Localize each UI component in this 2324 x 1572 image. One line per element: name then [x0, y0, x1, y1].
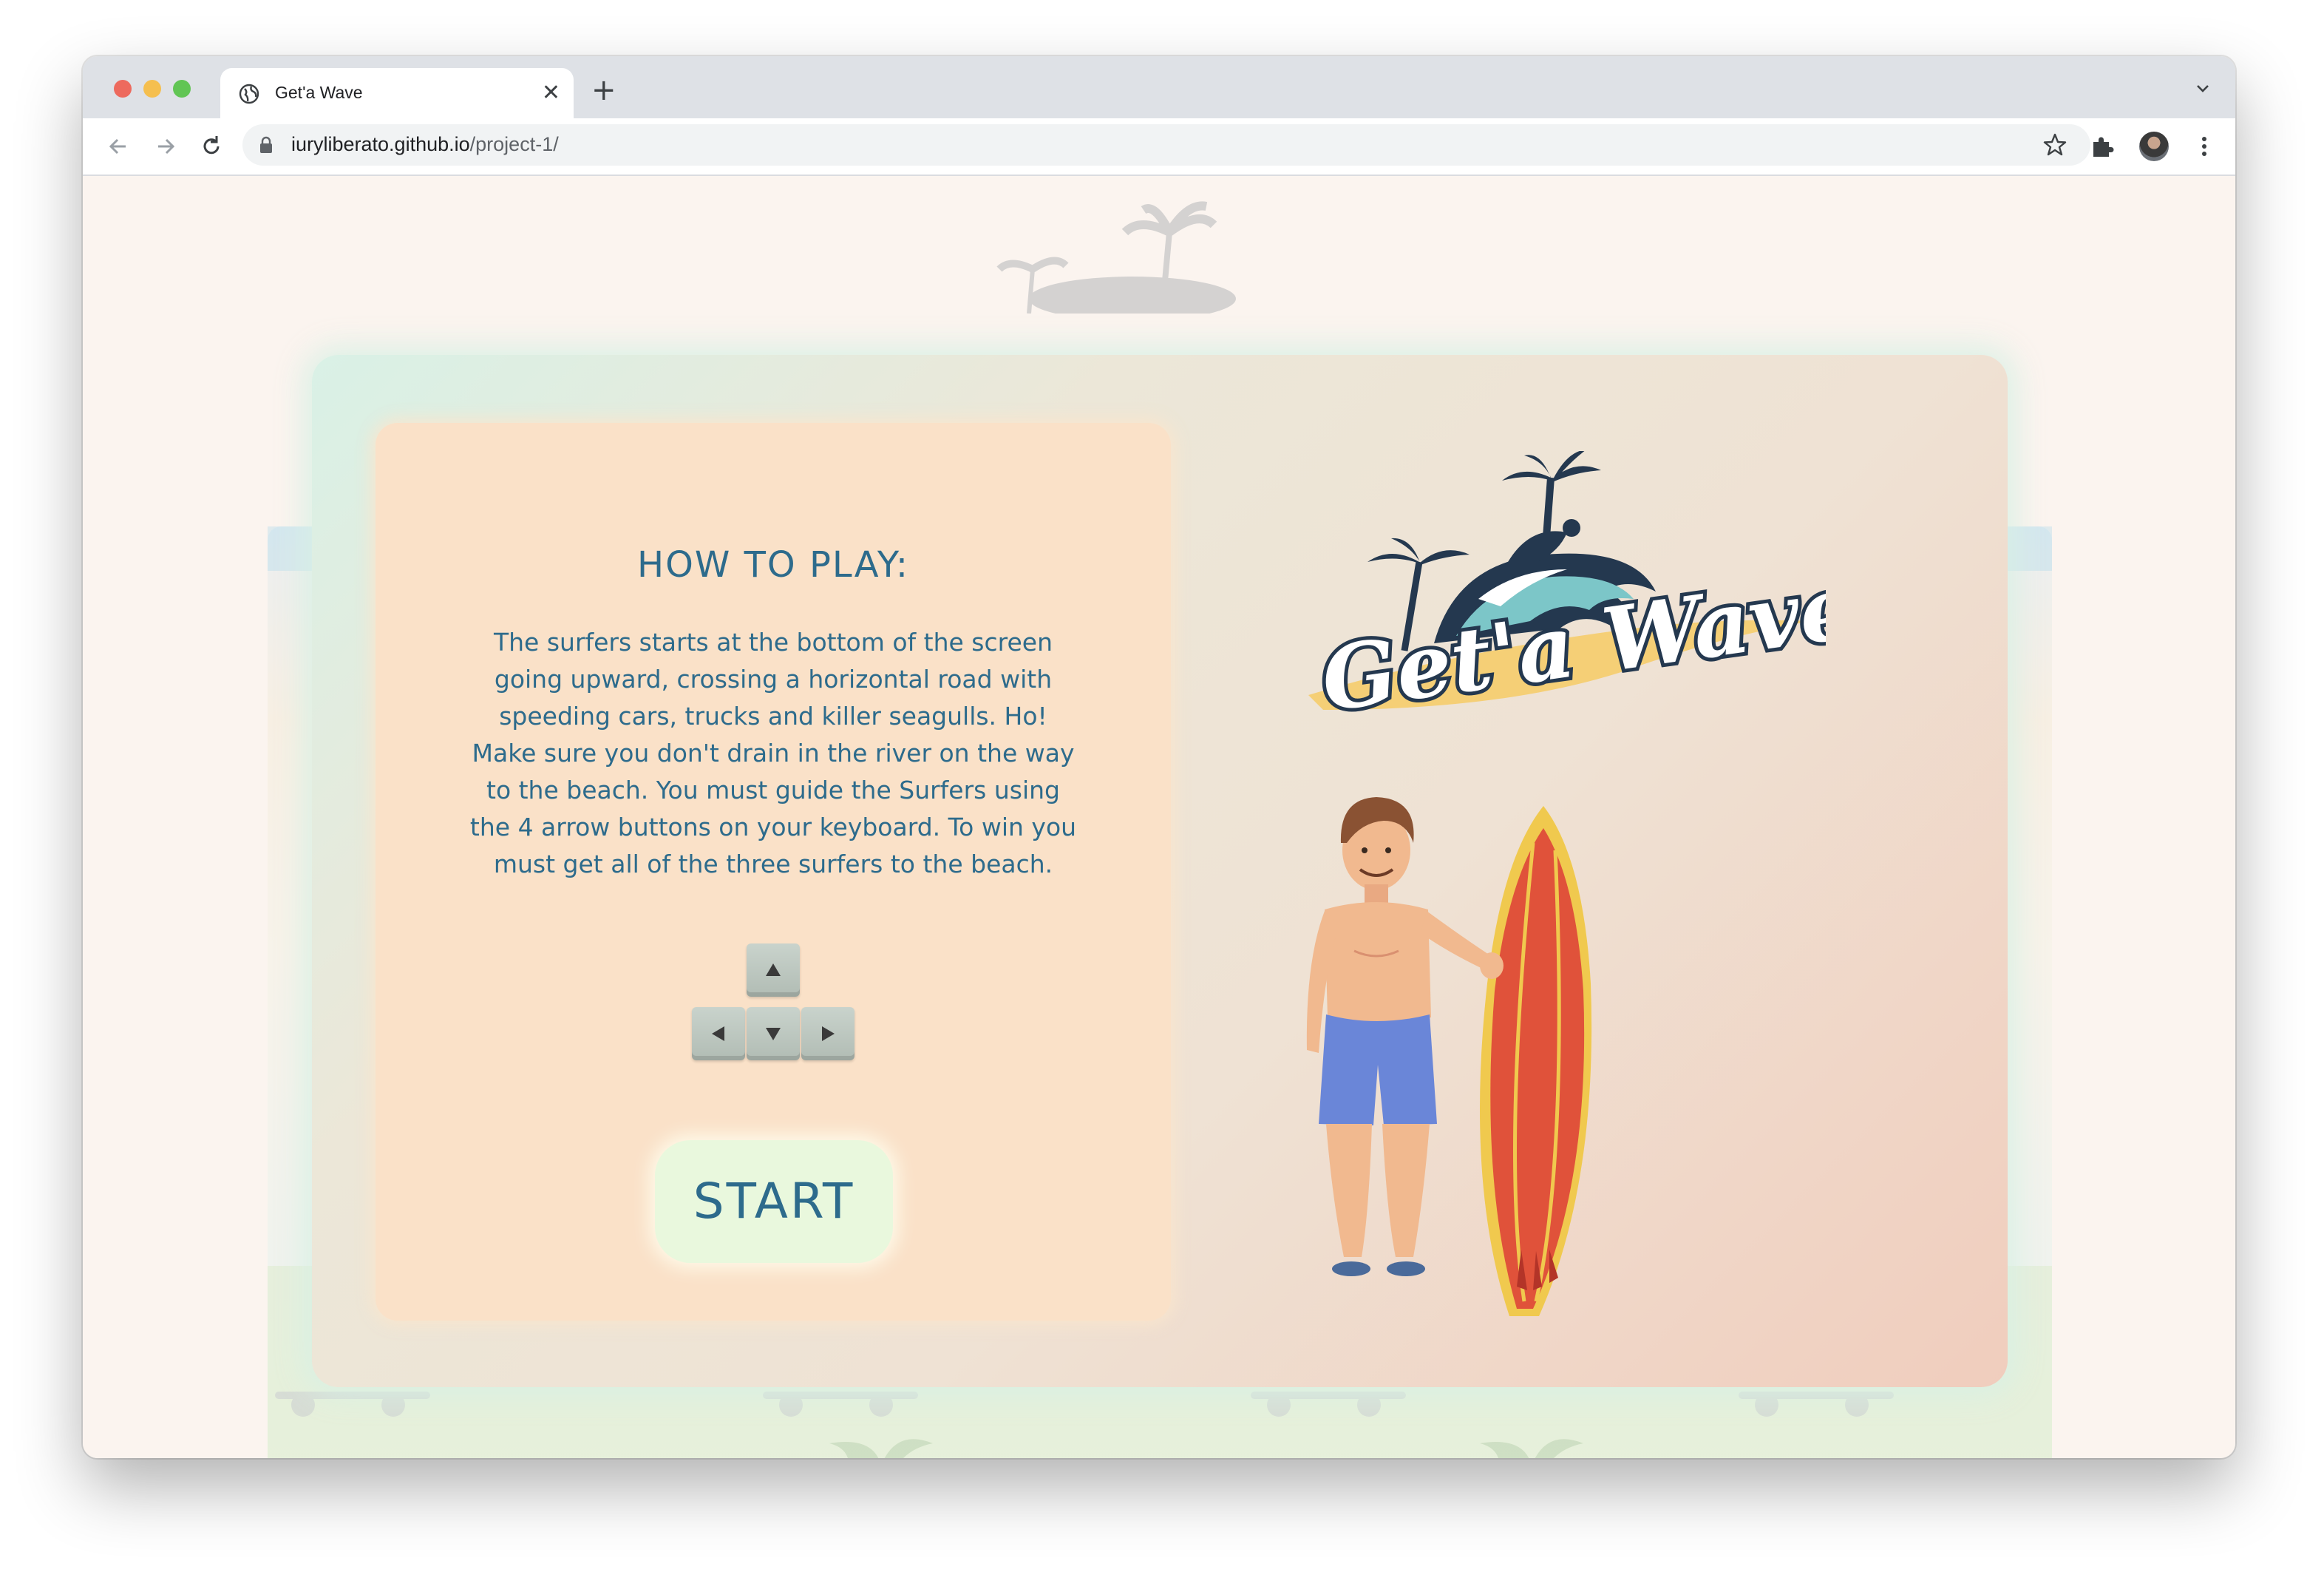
address-bar[interactable]: iuryliberato.github.io/project-1/	[242, 124, 2090, 166]
browser-window: Get'a Wave ✕ + iuryliberato.github.io/pr…	[83, 56, 2235, 1458]
page-viewport: HOW TO PLAY: The surfers starts at the b…	[83, 176, 2235, 1458]
more-menu-icon[interactable]	[2189, 132, 2219, 161]
arrow-right-icon	[822, 1026, 835, 1041]
url-text: iuryliberato.github.io/project-1/	[291, 133, 559, 156]
tab-strip: Get'a Wave ✕ +	[83, 56, 2235, 118]
surfer-illustration	[1306, 797, 1592, 1316]
reload-icon[interactable]	[197, 132, 226, 161]
extensions-puzzle-icon[interactable]	[2087, 132, 2117, 161]
maximize-window-button[interactable]	[173, 80, 191, 98]
tab-get-a-wave[interactable]: Get'a Wave ✕	[220, 68, 574, 118]
close-window-button[interactable]	[114, 80, 132, 98]
back-arrow-icon[interactable]	[103, 132, 133, 161]
url-path: /project-1/	[469, 133, 559, 155]
instructions-panel: HOW TO PLAY: The surfers starts at the b…	[376, 423, 1171, 1321]
tab-close-icon[interactable]: ✕	[542, 78, 560, 108]
arrow-down-key	[747, 1007, 800, 1060]
arrow-left-icon	[712, 1026, 724, 1041]
browser-toolbar: iuryliberato.github.io/project-1/	[83, 118, 2235, 176]
globe-icon	[239, 84, 259, 104]
how-to-play-text: The surfers starts at the bottom of the …	[469, 628, 1077, 878]
minimize-window-button[interactable]	[143, 80, 161, 98]
arrow-up-key	[747, 943, 800, 997]
new-tab-button[interactable]: +	[591, 74, 616, 106]
background-logo-icon	[996, 201, 1236, 314]
profile-avatar[interactable]	[2139, 132, 2169, 161]
how-to-play-title: HOW TO PLAY:	[637, 544, 909, 586]
bookmark-star-icon[interactable]	[2042, 132, 2068, 158]
lock-icon	[260, 136, 272, 153]
forward-arrow-icon[interactable]	[151, 132, 180, 161]
arrow-down-icon	[766, 1028, 781, 1040]
url-host: iuryliberato.github.io	[291, 133, 470, 155]
tab-title: Get'a Wave	[275, 83, 363, 102]
chevron-down-icon[interactable]	[2192, 78, 2213, 99]
arrow-right-key	[801, 1007, 854, 1060]
start-button[interactable]: START	[655, 1140, 893, 1263]
arrow-left-key	[692, 1007, 745, 1060]
get-a-wave-logo: Get'a Wave	[1308, 451, 1826, 732]
arrow-up-icon	[766, 963, 781, 976]
how-to-play-modal: HOW TO PLAY: The surfers starts at the b…	[312, 355, 2008, 1387]
